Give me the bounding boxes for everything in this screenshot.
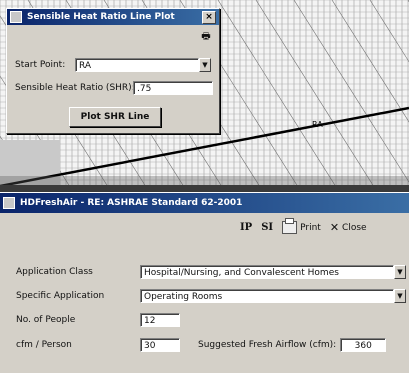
- shr-dialog-titlebar: Sensible Heat Ratio Line Plot ×: [7, 9, 219, 25]
- start-point-select[interactable]: RA ▼: [75, 58, 211, 72]
- application-class-label: Application Class: [16, 267, 93, 277]
- app-icon: [3, 197, 15, 209]
- start-point-row: Start Point: RA ▼: [15, 58, 215, 72]
- hdfreshair-titlebar: HDFreshAir - RE: ASHRAE Standard 62-2001: [0, 193, 409, 213]
- hdfreshair-title: HDFreshAir - RE: ASHRAE Standard 62-2001: [20, 198, 243, 208]
- cfm-person-input[interactable]: 30: [140, 338, 180, 352]
- ip-units-button[interactable]: IP: [240, 222, 252, 233]
- chevron-down-icon[interactable]: ▼: [394, 265, 406, 279]
- shr-row: Sensible Heat Ratio (SHR): .75: [15, 81, 215, 95]
- application-class-value[interactable]: Hospital/Nursing, and Convalescent Homes: [140, 265, 394, 279]
- hdfreshair-window: HDFreshAir - RE: ASHRAE Standard 62-2001…: [0, 192, 409, 373]
- si-units-button[interactable]: SI: [261, 222, 273, 233]
- specific-application-row: Specific Application Operating Rooms ▼: [16, 289, 406, 303]
- close-button[interactable]: ✕ Close: [330, 221, 367, 234]
- specific-application-label: Specific Application: [16, 291, 105, 301]
- cfm-person-label: cfm / Person: [16, 340, 72, 350]
- print-label: Print: [300, 222, 321, 233]
- print-icon[interactable]: 🖶: [199, 31, 213, 43]
- chevron-down-icon[interactable]: ▼: [394, 289, 406, 303]
- close-icon: ✕: [329, 221, 340, 234]
- cfm-person-row: cfm / Person 30 Suggested Fresh Airflow …: [16, 338, 406, 352]
- app-icon: [10, 11, 22, 23]
- num-people-input[interactable]: 12: [140, 313, 180, 327]
- suggested-airflow-value: 360: [340, 338, 387, 352]
- specific-application-select[interactable]: Operating Rooms ▼: [140, 289, 406, 303]
- specific-application-value[interactable]: Operating Rooms: [140, 289, 394, 303]
- num-people-label: No. of People: [16, 315, 76, 325]
- printer-icon: [282, 218, 298, 234]
- chevron-down-icon[interactable]: ▼: [199, 58, 211, 72]
- plot-shr-line-button[interactable]: Plot SHR Line: [69, 107, 161, 127]
- close-icon[interactable]: ×: [202, 10, 216, 24]
- application-class-select[interactable]: Hospital/Nursing, and Convalescent Homes…: [140, 265, 406, 279]
- shr-label: Sensible Heat Ratio (SHR):: [15, 83, 135, 93]
- suggested-airflow-label: Suggested Fresh Airflow (cfm):: [198, 340, 337, 350]
- ra-point-label: RA: [312, 120, 323, 129]
- start-point-label: Start Point:: [15, 60, 66, 70]
- print-button[interactable]: Print: [282, 218, 321, 234]
- toolbar: IP SI Print ✕ Close: [240, 218, 367, 234]
- num-people-row: No. of People 12: [16, 313, 216, 327]
- shr-dialog-title: Sensible Heat Ratio Line Plot: [27, 12, 175, 22]
- shr-dialog: Sensible Heat Ratio Line Plot × 🖶 Start …: [6, 8, 220, 134]
- close-label: Close: [342, 222, 367, 233]
- application-class-row: Application Class Hospital/Nursing, and …: [16, 265, 406, 279]
- shr-input[interactable]: .75: [133, 81, 213, 95]
- start-point-value[interactable]: RA: [75, 58, 199, 72]
- window-separator: [0, 185, 409, 192]
